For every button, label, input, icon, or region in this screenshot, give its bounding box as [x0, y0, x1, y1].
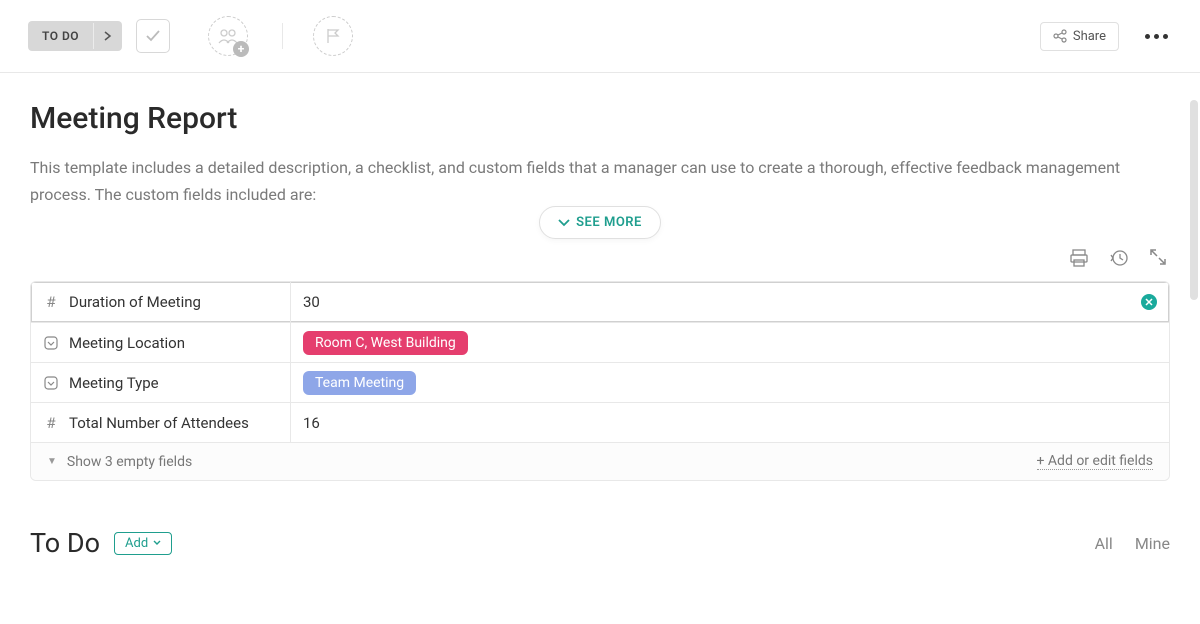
field-label-attendees: # Total Number of Attendees — [31, 403, 291, 442]
expand-icon[interactable] — [1150, 249, 1166, 265]
field-value-location[interactable]: Room C, West Building — [291, 325, 1169, 361]
tag-type: Team Meeting — [303, 371, 416, 395]
show-empty-fields-toggle[interactable]: Show 3 empty fields — [67, 454, 192, 470]
field-row-type: Meeting Type Team Meeting — [31, 362, 1169, 402]
scrollbar[interactable] — [1190, 100, 1198, 300]
field-value-duration[interactable]: 30 — [291, 287, 1169, 317]
status-label[interactable]: TO DO — [28, 21, 93, 51]
filter-tabs: All Mine — [1095, 534, 1170, 553]
share-icon — [1053, 29, 1067, 43]
chevron-down-icon — [153, 540, 161, 546]
page-title: Meeting Report — [30, 101, 1170, 136]
clear-value-button[interactable] — [1141, 294, 1157, 310]
flag-icon — [326, 28, 340, 44]
assignee-button[interactable]: + — [208, 16, 248, 56]
chevron-down-icon — [558, 219, 570, 227]
dropdown-icon — [43, 376, 59, 390]
tag-location: Room C, West Building — [303, 331, 468, 355]
field-value-attendees[interactable]: 16 — [291, 408, 1169, 438]
field-label-duration: # Duration of Meeting — [31, 282, 291, 322]
header-actions — [30, 249, 1170, 267]
field-row-duration: # Duration of Meeting 30 — [31, 282, 1169, 322]
close-icon — [1145, 298, 1153, 306]
top-toolbar: TO DO + Share — [0, 0, 1200, 73]
field-label-location: Meeting Location — [31, 323, 291, 362]
status-pill: TO DO — [28, 21, 122, 51]
plus-icon: + — [233, 41, 249, 57]
priority-button[interactable] — [313, 16, 353, 56]
add-task-button[interactable]: Add — [114, 532, 172, 555]
mark-complete-button[interactable] — [136, 19, 170, 53]
number-icon: # — [43, 414, 59, 432]
filter-mine[interactable]: Mine — [1135, 534, 1170, 553]
filter-all[interactable]: All — [1095, 534, 1113, 553]
history-icon[interactable] — [1110, 249, 1128, 267]
fields-table-footer: ▼ Show 3 empty fields + Add or edit fiel… — [31, 442, 1169, 480]
field-row-attendees: # Total Number of Attendees 16 — [31, 402, 1169, 442]
status-next-button[interactable] — [93, 23, 122, 49]
content-area: Meeting Report This template includes a … — [0, 73, 1200, 559]
field-value-type[interactable]: Team Meeting — [291, 365, 1169, 401]
number-icon: # — [43, 293, 59, 311]
add-edit-fields-link[interactable]: + Add or edit fields — [1037, 453, 1154, 470]
divider — [282, 23, 283, 49]
see-more-button[interactable]: SEE MORE — [539, 206, 661, 239]
see-more-label: SEE MORE — [576, 215, 642, 230]
field-row-location: Meeting Location Room C, West Building — [31, 322, 1169, 362]
chevron-down-icon[interactable]: ▼ — [47, 456, 57, 467]
print-icon[interactable] — [1070, 249, 1088, 267]
share-label: Share — [1073, 29, 1106, 44]
people-icon — [218, 28, 238, 44]
section-title: To Do — [30, 527, 100, 559]
share-button[interactable]: Share — [1040, 22, 1119, 51]
page-description: This template includes a detailed descri… — [30, 154, 1130, 208]
dropdown-icon — [43, 336, 59, 350]
field-label-type: Meeting Type — [31, 363, 291, 402]
more-menu-button[interactable] — [1141, 30, 1172, 43]
todo-section-header: To Do Add All Mine — [30, 527, 1170, 559]
custom-fields-table: # Duration of Meeting 30 Meeting Locatio… — [30, 281, 1170, 481]
